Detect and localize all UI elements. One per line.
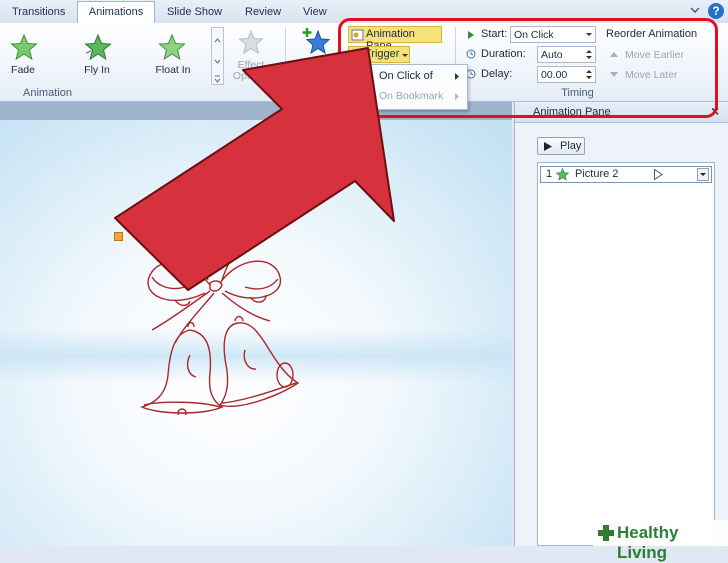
red-arrow-annotation <box>114 47 395 291</box>
health-cross-icon <box>598 525 614 541</box>
watermark-text: Healthy Living <box>617 523 679 562</box>
watermark: Healthy Living <box>593 520 728 562</box>
